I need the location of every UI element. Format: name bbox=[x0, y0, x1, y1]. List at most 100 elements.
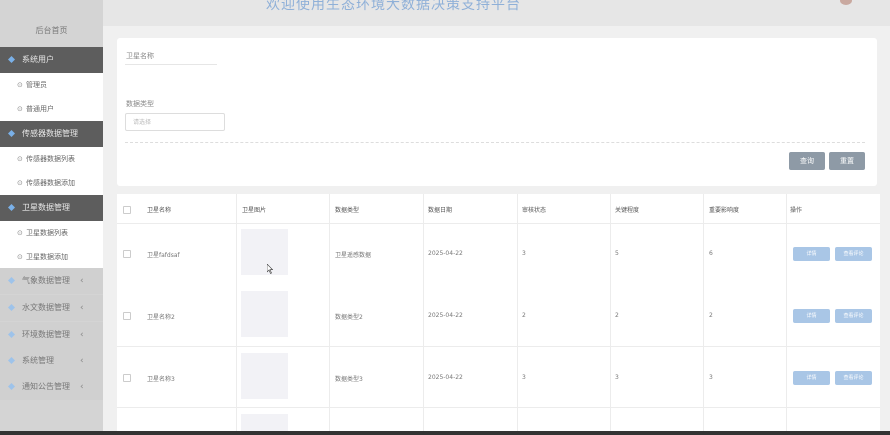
row-checkbox[interactable] bbox=[123, 374, 131, 382]
chevron-left-icon: ‹ bbox=[80, 276, 84, 286]
column-header[interactable]: 卫星图片 bbox=[242, 205, 266, 214]
circle-icon: ⊙ bbox=[17, 155, 23, 163]
cell-value: 2 bbox=[615, 312, 619, 319]
select-all-checkbox[interactable] bbox=[123, 206, 131, 214]
sidebar-item-satellite-list[interactable]: ⊙ 卫星数据列表 bbox=[0, 221, 103, 246]
row-checkbox[interactable] bbox=[123, 312, 131, 320]
data-type: 数据类型3 bbox=[335, 376, 363, 383]
chevron-left-icon: ‹ bbox=[80, 330, 84, 340]
sidebar-item-label: 普通用户 bbox=[26, 105, 54, 113]
name-input[interactable] bbox=[125, 64, 217, 85]
circle-icon: ⊙ bbox=[17, 229, 23, 237]
data-date: 2025-04-22 bbox=[428, 312, 463, 319]
column-header[interactable]: 卫星名称 bbox=[147, 205, 171, 214]
avatar[interactable] bbox=[840, 0, 852, 5]
column-header[interactable]: 数据日期 bbox=[428, 205, 452, 214]
review-button[interactable]: 查看评论 bbox=[835, 371, 872, 385]
sidebar-home[interactable]: 后台首页 bbox=[0, 18, 103, 44]
data-table: 卫星名称 卫星图片 数据类型 数据日期 审核状态 关键程度 重要影响度 操作 卫… bbox=[117, 194, 880, 435]
column-divider bbox=[423, 194, 424, 435]
sidebar-group-label: 传感器数据管理 bbox=[22, 129, 78, 138]
sidebar-item-sensor-add[interactable]: ⊙ 传感器数据添加 bbox=[0, 171, 103, 196]
circle-icon: ⊙ bbox=[17, 253, 23, 261]
satellite-image bbox=[241, 291, 288, 337]
data-type: 数据类型2 bbox=[335, 314, 363, 321]
sidebar-group-system[interactable]: 系统管理 ‹ bbox=[0, 348, 103, 374]
circle-icon: ⊙ bbox=[17, 105, 23, 113]
diamond-icon bbox=[8, 204, 15, 211]
sidebar-item-label: 卫星数据添加 bbox=[26, 253, 68, 261]
detail-button[interactable]: 详情 bbox=[793, 309, 830, 323]
diamond-icon bbox=[8, 331, 15, 338]
detail-button[interactable]: 详情 bbox=[793, 371, 830, 385]
circle-icon: ⊙ bbox=[17, 81, 23, 89]
sidebar-item-label: 传感器数据添加 bbox=[26, 179, 75, 187]
type-select[interactable]: 请选择 bbox=[125, 113, 225, 131]
sidebar-group-label: 水文数据管理 bbox=[22, 303, 70, 312]
column-divider bbox=[329, 194, 330, 435]
row-divider bbox=[117, 407, 880, 408]
satellite-image bbox=[241, 353, 288, 399]
query-button[interactable]: 查询 bbox=[789, 152, 825, 170]
sidebar-item-label: 卫星数据列表 bbox=[26, 229, 68, 237]
cell-value: 3 bbox=[615, 374, 619, 381]
sidebar-group-label: 气象数据管理 bbox=[22, 276, 70, 285]
chevron-left-icon: ‹ bbox=[80, 356, 84, 366]
column-header[interactable]: 关键程度 bbox=[615, 205, 639, 214]
sidebar-group-sensor[interactable]: 传感器数据管理 bbox=[0, 121, 103, 147]
row-checkbox[interactable] bbox=[123, 250, 131, 258]
chevron-left-icon: ‹ bbox=[80, 382, 84, 392]
sidebar-item-satellite-add[interactable]: ⊙ 卫星数据添加 bbox=[0, 245, 103, 270]
review-button[interactable]: 查看评论 bbox=[835, 309, 872, 323]
sidebar-group-label: 环境数据管理 bbox=[22, 330, 70, 339]
cell-value: 2 bbox=[522, 312, 526, 319]
bottom-edge bbox=[0, 431, 890, 435]
header-divider bbox=[117, 223, 880, 224]
diamond-icon bbox=[8, 130, 15, 137]
sidebar-group-users[interactable]: 系统用户 bbox=[0, 47, 103, 73]
sidebar-item-sensor-list[interactable]: ⊙ 传感器数据列表 bbox=[0, 147, 103, 172]
cell-value: 3 bbox=[522, 374, 526, 381]
data-date: 2025-04-22 bbox=[428, 374, 463, 381]
type-label: 数据类型 bbox=[126, 100, 154, 108]
sidebar-group-hydrology[interactable]: 水文数据管理 ‹ bbox=[0, 295, 103, 321]
column-header[interactable]: 数据类型 bbox=[335, 205, 359, 214]
circle-icon: ⊙ bbox=[17, 179, 23, 187]
diamond-icon bbox=[8, 56, 15, 63]
chevron-left-icon: ‹ bbox=[80, 303, 84, 313]
satellite-name: 卫星fafdsaf bbox=[147, 252, 180, 259]
sidebar-group-label: 系统用户 bbox=[22, 55, 54, 64]
sidebar-group-weather[interactable]: 气象数据管理 ‹ bbox=[0, 268, 103, 294]
sidebar-group-notice[interactable]: 通知公告管理 ‹ bbox=[0, 374, 103, 400]
data-type: 卫星遥感数据 bbox=[335, 252, 372, 259]
diamond-icon bbox=[8, 277, 15, 284]
satellite-image bbox=[241, 229, 288, 275]
detail-button[interactable]: 详情 bbox=[793, 247, 830, 261]
row-divider bbox=[117, 346, 880, 347]
column-divider bbox=[517, 194, 518, 435]
column-header: 操作 bbox=[790, 207, 803, 214]
sidebar-item-label: 传感器数据列表 bbox=[26, 155, 75, 163]
sidebar: 后台首页 系统用户 ⊙ 管理员 ⊙ 普通用户 传感器数据管理 ⊙ 传感器数据列表… bbox=[0, 0, 103, 435]
cell-value: 6 bbox=[709, 250, 713, 257]
review-button[interactable]: 查看评论 bbox=[835, 247, 872, 261]
sidebar-item-normal-user[interactable]: ⊙ 普通用户 bbox=[0, 97, 103, 122]
sidebar-group-satellite[interactable]: 卫星数据管理 bbox=[0, 195, 103, 221]
column-header[interactable]: 重要影响度 bbox=[709, 205, 739, 214]
divider bbox=[125, 142, 865, 143]
diamond-icon bbox=[8, 304, 15, 311]
sidebar-item-admin[interactable]: ⊙ 管理员 bbox=[0, 73, 103, 98]
cell-value: 2 bbox=[709, 312, 713, 319]
diamond-icon bbox=[8, 357, 15, 364]
sidebar-group-label: 通知公告管理 bbox=[22, 382, 70, 391]
cell-value: 3 bbox=[709, 374, 713, 381]
reset-button[interactable]: 重置 bbox=[829, 152, 865, 170]
satellite-name: 卫星名称3 bbox=[147, 376, 175, 383]
sidebar-group-label: 卫星数据管理 bbox=[22, 203, 70, 212]
sidebar-group-environment[interactable]: 环境数据管理 ‹ bbox=[0, 322, 103, 348]
satellite-name: 卫星名称2 bbox=[147, 314, 175, 321]
column-divider bbox=[236, 194, 237, 435]
column-header[interactable]: 审核状态 bbox=[522, 205, 546, 214]
page-title: 欢迎使用生态环境大数据决策支持平台 bbox=[266, 0, 521, 13]
column-divider bbox=[610, 194, 611, 435]
